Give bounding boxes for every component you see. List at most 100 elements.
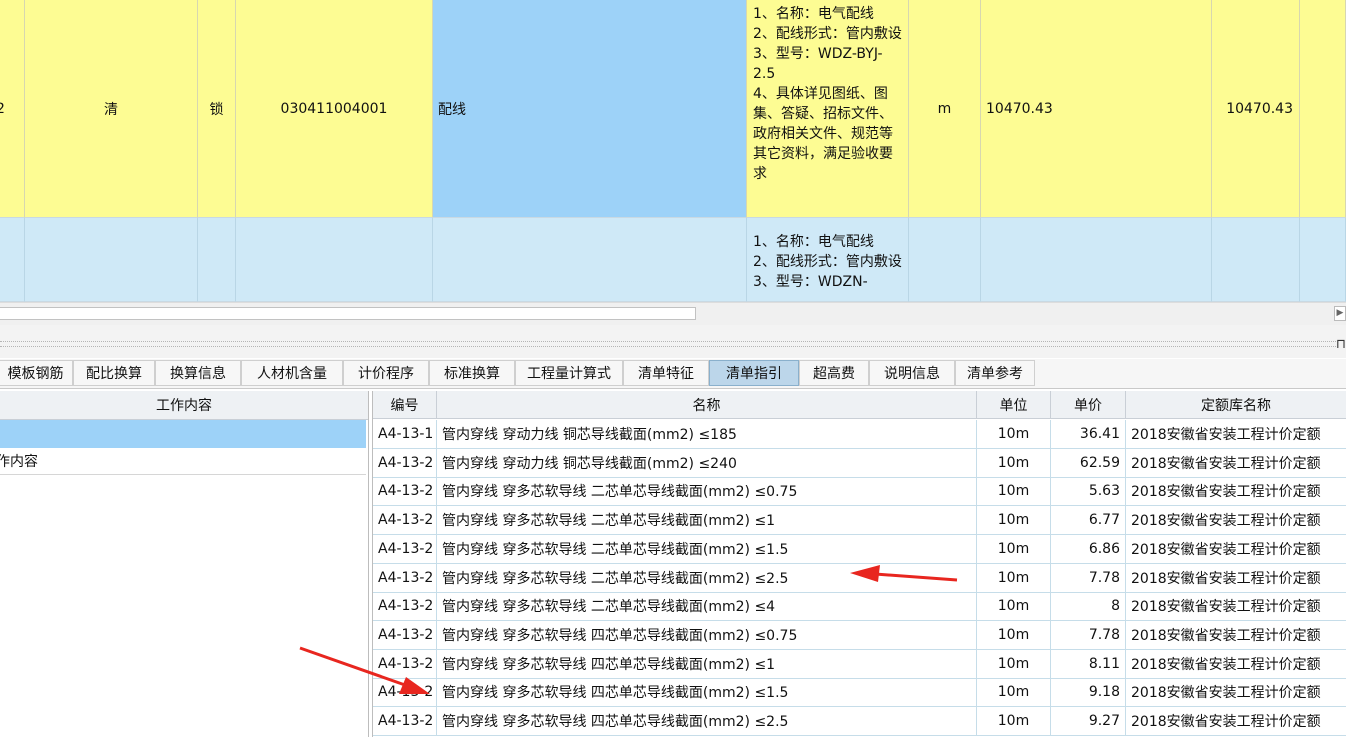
tab-2[interactable]: 配比换算 <box>73 360 155 386</box>
header-library[interactable]: 定额库名称 <box>1126 391 1346 419</box>
tab-1[interactable]: 模板钢筋 <box>0 360 73 386</box>
quota-name: 管内穿线 穿多芯软导线 二芯单芯导线截面(mm2) ≤0.75 <box>437 477 977 507</box>
table-row[interactable]: A4-13-2 管内穿线 穿多芯软导线 四芯单芯导线截面(mm2) ≤1.5 10m… <box>373 678 1346 708</box>
quota-name: 管内穿线 穿多芯软导线 二芯单芯导线截面(mm2) ≤1 <box>437 506 977 536</box>
tab-12[interactable]: 清单参考 <box>955 360 1035 386</box>
table-row[interactable]: A4-13-1 管内穿线 穿动力线 铜芯导线截面(mm2) ≤185 10m 36.4… <box>373 420 1346 449</box>
quota-code: A4-13-2 <box>373 620 437 650</box>
tab-11[interactable]: 说明信息 <box>869 360 955 386</box>
row2-features: 1、名称：电气配线 2、配线形式：管内敷设 3、型号：WDZN- <box>753 232 902 292</box>
row2-unit-cell[interactable] <box>909 218 981 302</box>
row-quantity: 10470.43 <box>986 100 1053 117</box>
horizontal-scrollbar[interactable]: ▶ <box>0 302 1346 325</box>
row-name-cell[interactable]: 配线 <box>433 0 747 218</box>
quota-library: 2018安徽省安装工程计价定额 <box>1126 592 1346 622</box>
header-unit[interactable]: 单位 <box>977 391 1051 419</box>
tab-7[interactable]: 工程量计算式 <box>515 360 623 386</box>
table-row[interactable]: A4-13-2 管内穿线 穿多芯软导线 四芯单芯导线截面(mm2) ≤0.75 10… <box>373 620 1346 650</box>
quota-price: 9.18 <box>1051 678 1126 708</box>
quota-library: 2018安徽省安装工程计价定额 <box>1126 477 1346 507</box>
quota-price: 9.27 <box>1051 707 1126 736</box>
quota-unit: 10m <box>977 534 1051 564</box>
tab-5[interactable]: 计价程序 <box>343 360 429 386</box>
table-row[interactable]: A4-13-2 管内穿线 穿多芯软导线 二芯单芯导线截面(mm2) ≤0.75 10… <box>373 477 1346 507</box>
row2-code-cell[interactable] <box>236 218 433 302</box>
table-row[interactable]: A4-13-2 管内穿线 穿多芯软导线 四芯单芯导线截面(mm2) ≤2.5 10m… <box>373 707 1346 736</box>
quota-price: 8.11 <box>1051 649 1126 679</box>
quota-name: 管内穿线 穿多芯软导线 四芯单芯导线截面(mm2) ≤1.5 <box>437 678 977 708</box>
quota-name: 管内穿线 穿动力线 铜芯导线截面(mm2) ≤185 <box>437 420 977 449</box>
row-code: 030411004001 <box>280 100 388 117</box>
row-features-cell[interactable]: 1、名称：电气配线 2、配线形式：管内敷设 3、型号：WDZ-BYJ-2.5 4… <box>747 0 909 218</box>
row-lock-cell[interactable]: 锁 <box>198 0 236 218</box>
quota-code: A4-13-2 <box>373 563 437 593</box>
quota-library: 2018安徽省安装工程计价定额 <box>1126 506 1346 536</box>
quota-price: 62.59 <box>1051 448 1126 478</box>
detail-tab-bar: 模板钢筋 配比换算 换算信息 人材机含量 计价程序 标准换算 工程量计算式 清单特征 清单指引超… <box>0 359 1346 389</box>
quota-unit: 10m <box>977 506 1051 536</box>
quota-code: A4-13-2 <box>373 707 437 736</box>
quota-name: 管内穿线 穿多芯软导线 四芯单芯导线截面(mm2) ≤1 <box>437 649 977 679</box>
table-row[interactable]: A4-13-2 管内穿线 穿多芯软导线 四芯单芯导线截面(mm2) ≤1 10m 8.… <box>373 649 1346 679</box>
quota-code: A4-13-2 <box>373 649 437 679</box>
work-content-panel: 工作内容 作内容 <box>0 391 369 737</box>
tab-8[interactable]: 清单特征 <box>623 360 709 386</box>
row2-name-cell[interactable] <box>433 218 747 302</box>
tab-9[interactable]: 清单指引 <box>709 360 799 386</box>
row-features: 1、名称：电气配线 2、配线形式：管内敷设 3、型号：WDZ-BYJ-2.5 4… <box>753 4 902 184</box>
feature-line: 1、名称：电气配线 <box>753 234 874 250</box>
quota-unit: 10m <box>977 649 1051 679</box>
work-content-row-selected[interactable] <box>0 420 366 448</box>
header-name[interactable]: 名称 <box>437 391 977 419</box>
tab-10[interactable]: 超高费 <box>799 360 869 386</box>
quota-unit: 10m <box>977 620 1051 650</box>
feature-line: 3、型号：WDZ-BYJ-2.5 <box>753 46 883 82</box>
row-extra-cell[interactable] <box>1300 0 1346 218</box>
quota-code: A4-13-2 <box>373 678 437 708</box>
quota-price: 5.63 <box>1051 477 1126 507</box>
tab-4[interactable]: 人材机含量 <box>241 360 343 386</box>
row-seq-cell[interactable]: 2 <box>0 0 25 218</box>
row2-type-cell[interactable] <box>25 218 198 302</box>
row2-extra-cell[interactable] <box>1300 218 1346 302</box>
quota-unit: 10m <box>977 448 1051 478</box>
row-quantity2-cell[interactable]: 10470.43 <box>1212 0 1300 218</box>
quota-library: 2018安徽省安装工程计价定额 <box>1126 650 1346 679</box>
quota-guide-table: 编号 名称 单位 单价 定额库名称 A4-13-1 管内穿线 穿动力线 铜芯导线截面(mm2… <box>372 391 1346 737</box>
row2-lock-cell[interactable] <box>198 218 236 302</box>
work-content-header: 工作内容 <box>0 391 368 420</box>
row2-seq-cell[interactable] <box>0 218 25 302</box>
quota-code: A4-13-1 <box>373 420 437 449</box>
table-row[interactable]: A4-13-2 管内穿线 穿多芯软导线 二芯单芯导线截面(mm2) ≤4 10m 8 2… <box>373 592 1346 622</box>
tab-3[interactable]: 换算信息 <box>155 360 241 386</box>
tab-6[interactable]: 标准换算 <box>429 360 515 386</box>
table-row[interactable]: A4-13-2 管内穿线 穿多芯软导线 二芯单芯导线截面(mm2) ≤2.5 10m… <box>373 563 1346 593</box>
row2-features-cell[interactable]: 1、名称：电气配线 2、配线形式：管内敷设 3、型号：WDZN- <box>747 218 909 302</box>
feature-line: 3、型号：WDZN- <box>753 274 868 290</box>
quota-price: 7.78 <box>1051 620 1126 650</box>
splitter-grip[interactable] <box>0 341 1336 347</box>
scroll-right-arrow-icon[interactable]: ▶ <box>1334 306 1346 321</box>
work-content-row[interactable]: 作内容 <box>0 448 366 475</box>
row2-quantity2-cell[interactable] <box>1212 218 1300 302</box>
row-code-cell[interactable]: 030411004001 <box>236 0 433 218</box>
table-row[interactable]: A4-13-2 管内穿线 穿多芯软导线 二芯单芯导线截面(mm2) ≤1 10m 6.… <box>373 506 1346 536</box>
quota-price: 6.86 <box>1051 534 1126 564</box>
quota-unit: 10m <box>977 477 1051 507</box>
header-price[interactable]: 单价 <box>1051 391 1126 419</box>
quota-unit: 10m <box>977 678 1051 708</box>
row-quantity-cell[interactable]: 10470.43 <box>981 0 1212 218</box>
row-unit-cell[interactable]: m <box>909 0 981 218</box>
quota-library: 2018安徽省安装工程计价定额 <box>1126 535 1346 564</box>
row-type-cell[interactable]: 清 <box>25 0 198 218</box>
header-code[interactable]: 编号 <box>373 391 437 419</box>
quota-price: 36.41 <box>1051 420 1126 449</box>
scrollbar-thumb[interactable] <box>0 307 696 320</box>
row2-quantity-cell[interactable] <box>981 218 1212 302</box>
pin-icon[interactable]: ⊓ <box>1336 337 1346 352</box>
table-row[interactable]: A4-13-2 管内穿线 穿动力线 铜芯导线截面(mm2) ≤240 10m 62.5… <box>373 448 1346 478</box>
quota-library: 2018安徽省安装工程计价定额 <box>1126 707 1346 736</box>
table-row[interactable]: A4-13-2 管内穿线 穿多芯软导线 二芯单芯导线截面(mm2) ≤1.5 10m… <box>373 534 1346 564</box>
feature-line: 4、具体详见图纸、图集、答疑、招标文件、政府相关文件、规范等其它资料，满足验收要… <box>753 86 893 182</box>
quota-name: 管内穿线 穿动力线 铜芯导线截面(mm2) ≤240 <box>437 448 977 478</box>
